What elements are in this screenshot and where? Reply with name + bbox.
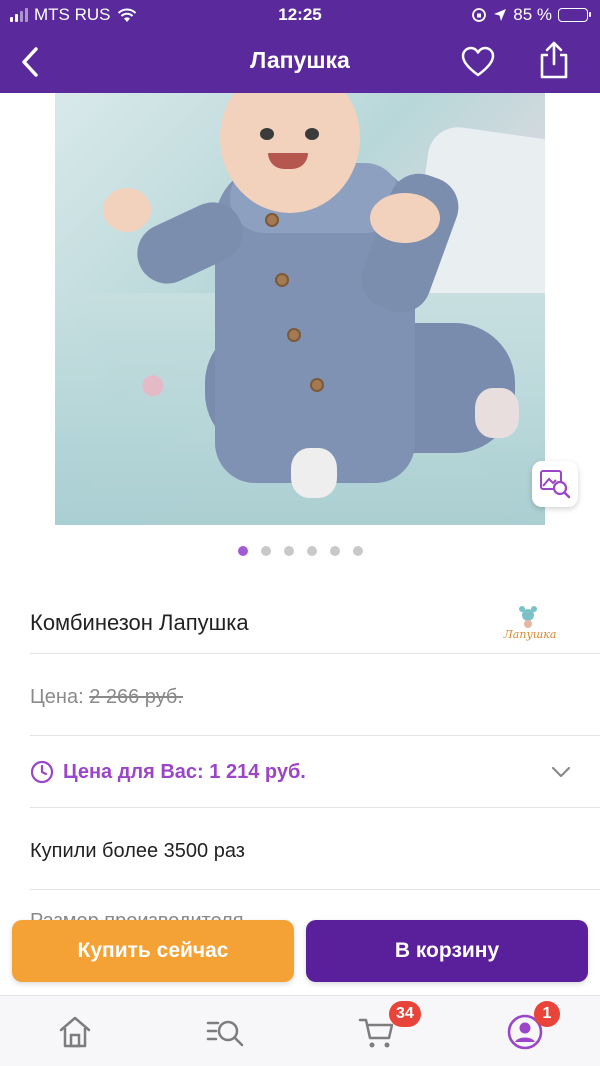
- rotation-lock-icon: [472, 8, 487, 22]
- image-search-button[interactable]: [532, 461, 578, 507]
- catalog-search-icon[interactable]: [205, 1012, 245, 1052]
- price-row: Цена: 2 266 руб.: [30, 654, 600, 736]
- location-icon: [494, 9, 507, 21]
- pagination-dot[interactable]: [283, 546, 294, 556]
- pagination-dot[interactable]: [237, 546, 248, 556]
- old-price: 2 266 руб.: [89, 686, 183, 708]
- action-bar: Купить сейчас В корзину: [0, 912, 600, 992]
- status-bar: MTS RUS 12:25 85 %: [0, 0, 600, 32]
- clock-icon: [30, 760, 54, 784]
- product-image[interactable]: [55, 93, 545, 525]
- svg-text:Лапушка: Лапушка: [503, 628, 557, 641]
- product-title-row: Комбинезон Лапушка Лапушка: [30, 592, 600, 654]
- nav-bar: Лапушка: [0, 34, 600, 90]
- brand-logo[interactable]: Лапушка: [498, 602, 562, 642]
- purchase-count: Купили более 3500 раз: [30, 840, 245, 862]
- tab-bar: [0, 995, 600, 1066]
- special-price: Цена для Вас: 1 214 руб.: [63, 761, 306, 783]
- page-title: Лапушка: [250, 47, 350, 73]
- add-to-cart-button[interactable]: В корзину: [306, 920, 588, 982]
- price-label: Цена: 2 266 руб.: [30, 686, 183, 708]
- profile-badge: 1: [534, 1001, 560, 1027]
- home-icon[interactable]: [55, 1012, 95, 1052]
- share-icon[interactable]: [536, 40, 572, 80]
- buy-now-button[interactable]: Купить сейчас: [12, 920, 294, 982]
- battery-icon: [558, 8, 591, 22]
- product-name: Комбинезон Лапушка: [30, 610, 249, 635]
- pagination-dot[interactable]: [329, 546, 340, 556]
- battery-percent: 85 %: [513, 5, 552, 24]
- heart-icon[interactable]: [460, 44, 496, 80]
- status-right: 85 %: [471, 5, 591, 25]
- gallery-pagination: [0, 546, 600, 556]
- cart-badge: 34: [389, 1001, 421, 1027]
- purchase-count-row: Купили более 3500 раз: [30, 808, 600, 890]
- special-price-row[interactable]: Цена для Вас: 1 214 руб.: [30, 736, 600, 808]
- pagination-dot[interactable]: [260, 546, 271, 556]
- chevron-down-icon[interactable]: [550, 764, 572, 780]
- pagination-dot[interactable]: [306, 546, 317, 556]
- pagination-dot[interactable]: [352, 546, 363, 556]
- top-bar: MTS RUS 12:25 85 % Лапушка: [0, 0, 600, 93]
- image-search-icon: [540, 470, 571, 499]
